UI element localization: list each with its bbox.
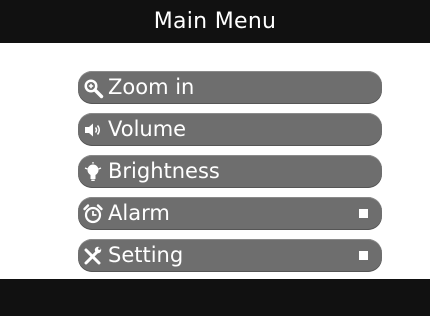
submenu-marker [359,251,368,260]
bottom-bar [0,279,430,316]
device-screen: Main Menu Zoom in Volume Brightness Alar… [0,0,430,316]
menu-item-label: Alarm [108,201,170,225]
speaker-icon [82,119,104,141]
magnifier-icon [82,77,104,99]
menu-item-label: Volume [108,117,187,141]
menu-item-volume[interactable]: Volume [78,113,382,146]
menu-item-label: Setting [108,243,184,267]
menu-item-setting[interactable]: Setting [78,239,382,272]
menu-item-label: Brightness [108,159,220,183]
alarm-clock-icon [82,203,104,225]
tools-icon [82,245,104,267]
main-menu: Zoom in Volume Brightness Alarm Setting [78,71,382,281]
page-title: Main Menu [153,9,277,34]
menu-item-alarm[interactable]: Alarm [78,197,382,230]
title-bar: Main Menu [0,0,430,43]
menu-item-label: Zoom in [108,75,195,99]
menu-item-brightness[interactable]: Brightness [78,155,382,188]
submenu-marker [359,209,368,218]
bulb-icon [82,161,104,183]
menu-item-zoom-in[interactable]: Zoom in [78,71,382,104]
